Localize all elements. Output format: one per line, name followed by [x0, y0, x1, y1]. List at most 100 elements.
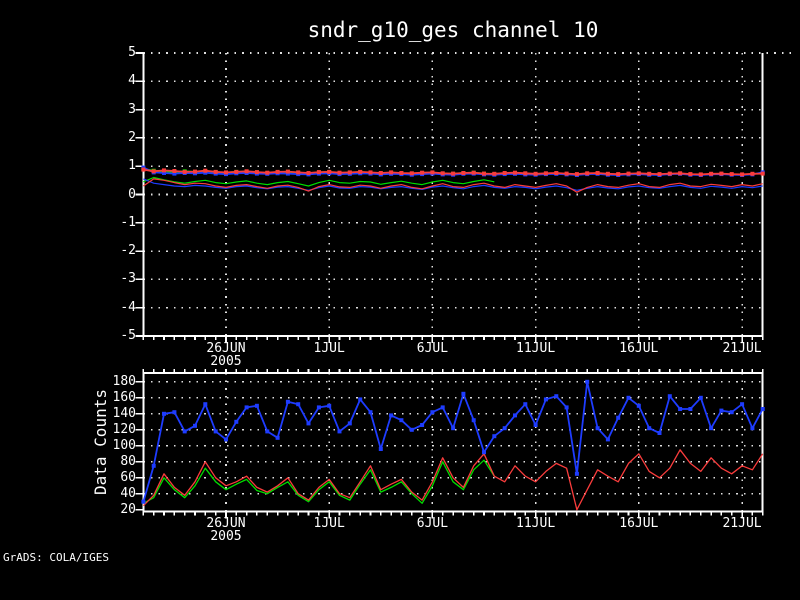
- marker-red-mean: [543, 171, 548, 176]
- marker-red-mean: [347, 170, 352, 175]
- marker-red-mean: [285, 169, 290, 174]
- marker-blue-counts: [760, 407, 765, 411]
- marker-blue-counts: [523, 402, 528, 407]
- marker-red-mean: [265, 170, 270, 175]
- y-tick-label: 60: [120, 469, 136, 485]
- x-tick-label: 6JUL: [416, 516, 449, 531]
- marker-red-mean: [316, 170, 321, 175]
- marker-red-mean: [172, 169, 177, 173]
- marker-blue-counts: [224, 437, 228, 442]
- grads-chart-screen: sndr_g10_ges channel 10 Data Counts GrAD…: [0, 0, 800, 600]
- y-tick-label: 4: [128, 73, 136, 89]
- y-tick-label: 2: [128, 129, 136, 145]
- marker-blue-counts: [502, 426, 507, 431]
- y-tick-label: 160: [112, 389, 136, 405]
- marker-red-mean: [327, 169, 332, 174]
- series-green-counts: [143, 459, 495, 504]
- x-tick-label: 1JUL: [313, 516, 345, 531]
- y-tick-label: -4: [120, 299, 136, 315]
- marker-blue-counts: [244, 405, 249, 410]
- marker-red-mean: [461, 171, 466, 175]
- marker-red-mean: [482, 171, 486, 176]
- y-tick-label: 3: [128, 101, 136, 117]
- marker-red-mean: [306, 171, 311, 175]
- marker-blue-counts: [647, 426, 652, 431]
- marker-blue-counts: [213, 429, 218, 434]
- marker-red-mean: [513, 170, 517, 175]
- marker-red-mean: [337, 170, 342, 175]
- marker-red-mean: [605, 171, 610, 176]
- marker-blue-counts: [709, 426, 714, 431]
- marker-blue-counts: [667, 394, 672, 399]
- year-label: 2005: [210, 354, 242, 369]
- marker-blue-counts: [471, 418, 476, 423]
- y-tick-label: -1: [120, 214, 136, 230]
- marker-blue-counts: [358, 397, 363, 402]
- marker-blue-counts: [585, 379, 590, 384]
- marker-red-mean: [162, 168, 166, 173]
- series-green-lower: [143, 176, 495, 187]
- marker-blue-counts: [513, 413, 517, 418]
- marker-blue-counts: [172, 410, 177, 415]
- marker-red-mean: [224, 170, 228, 175]
- marker-red-mean: [409, 171, 414, 176]
- marker-red-mean: [647, 171, 652, 176]
- y-tick-label: -2: [120, 243, 136, 259]
- marker-blue-counts: [347, 421, 352, 426]
- x-tick-label: 21JUL: [722, 341, 762, 356]
- marker-red-mean: [203, 168, 208, 173]
- marker-blue-counts: [389, 413, 394, 418]
- marker-red-mean: [440, 171, 445, 176]
- marker-blue-counts: [492, 434, 497, 439]
- marker-red-mean: [760, 171, 765, 176]
- marker-blue-counts: [430, 410, 435, 415]
- marker-blue-counts: [296, 402, 301, 407]
- marker-red-mean: [636, 171, 641, 176]
- marker-blue-counts: [162, 411, 166, 416]
- marker-red-mean: [709, 171, 714, 176]
- x-tick-label: 16JUL: [619, 341, 659, 356]
- marker-blue-counts: [327, 403, 332, 408]
- marker-blue-counts: [378, 447, 383, 451]
- marker-red-mean: [616, 172, 621, 177]
- marker-red-mean: [234, 169, 239, 174]
- marker-red-mean: [389, 170, 394, 175]
- marker-red-mean: [399, 171, 404, 175]
- marker-blue-counts: [285, 399, 290, 404]
- x-tick-label: 6JUL: [416, 341, 449, 356]
- marker-red-mean: [533, 171, 538, 176]
- marker-red-mean: [193, 169, 197, 174]
- x-tick-label: 11JUL: [516, 516, 556, 531]
- y-tick-label: 5: [128, 45, 136, 60]
- marker-blue-counts: [420, 423, 425, 427]
- marker-blue-counts: [482, 450, 486, 455]
- marker-blue-counts: [451, 426, 456, 431]
- marker-red-mean: [667, 171, 672, 176]
- marker-blue-counts: [719, 408, 724, 413]
- marker-red-mean: [451, 171, 456, 176]
- marker-red-mean: [244, 169, 249, 174]
- y-tick-label: -3: [120, 271, 136, 287]
- marker-blue-counts: [605, 437, 610, 442]
- marker-blue-counts: [740, 402, 745, 407]
- marker-red-mean: [358, 169, 363, 174]
- marker-blue-counts: [750, 426, 755, 431]
- marker-red-mean: [141, 167, 146, 172]
- marker-red-mean: [698, 172, 703, 177]
- marker-blue-counts: [440, 405, 445, 410]
- marker-blue-counts: [543, 397, 548, 402]
- marker-blue-counts: [461, 391, 466, 396]
- marker-red-mean: [378, 171, 383, 175]
- marker-red-mean: [595, 171, 600, 175]
- marker-blue-counts: [141, 499, 146, 504]
- marker-red-mean: [719, 171, 724, 176]
- marker-blue-counts: [203, 402, 208, 407]
- marker-red-mean: [254, 170, 259, 175]
- marker-blue-counts: [254, 403, 259, 408]
- marker-red-mean: [213, 169, 218, 174]
- y-tick-label: 0: [128, 186, 136, 202]
- marker-red-mean: [750, 171, 755, 176]
- marker-blue-counts: [616, 415, 621, 420]
- grads-watermark: GrADS: COLA/IGES: [3, 551, 109, 564]
- marker-blue-counts: [626, 395, 631, 400]
